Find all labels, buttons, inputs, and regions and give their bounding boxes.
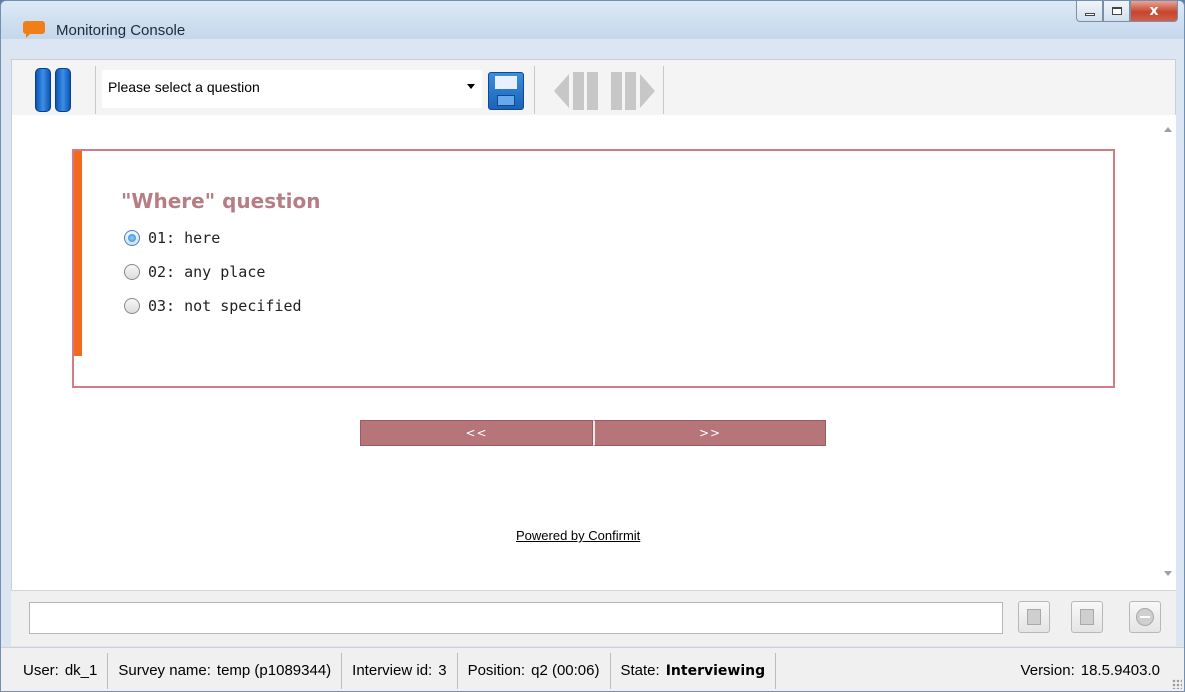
stop-button[interactable] (1129, 601, 1161, 633)
back-button[interactable]: << (360, 420, 593, 446)
command-input[interactable] (29, 602, 1003, 634)
toolbar-separator (534, 66, 535, 114)
status-survey-label: Survey name: (118, 662, 211, 679)
send-icon (1027, 609, 1041, 625)
next-icon[interactable] (609, 70, 657, 112)
status-state: State: Interviewing (611, 652, 777, 689)
toolbar-separator (95, 66, 96, 114)
status-survey: Survey name: temp (p1089344) (108, 652, 343, 689)
answer-option[interactable]: 02: any place (124, 261, 265, 283)
previous-icon[interactable] (552, 70, 600, 112)
status-version: Version: 18.5.9403.0 (1011, 653, 1184, 689)
status-position: Position: q2 (00:06) (458, 652, 611, 689)
status-version-label: Version: (1020, 662, 1075, 679)
answer-option[interactable]: 03: not specified (124, 295, 302, 317)
status-survey-value: temp (p1089344) (216, 662, 332, 679)
window-title: Monitoring Console (56, 22, 186, 39)
status-user-label: User: (23, 662, 59, 679)
status-interview-label: Interview id: (352, 662, 433, 679)
status-interview-value: 3 (438, 662, 447, 679)
scroll-down-icon[interactable] (1164, 571, 1172, 576)
answer-option-label: 03: not specified (148, 297, 302, 315)
status-state-label: State: (620, 662, 660, 679)
monitoring-console-window: Monitoring Console x Please select a que… (0, 0, 1185, 692)
pause-icon[interactable] (35, 68, 75, 112)
radio-button[interactable] (124, 264, 140, 280)
answer-option-label: 01: here (148, 229, 221, 247)
maximize-icon (1111, 7, 1122, 15)
question-accent-bar (74, 151, 82, 356)
page-navigation: << >> (360, 420, 826, 446)
status-state-value: Interviewing (665, 662, 766, 679)
app-icon (23, 21, 45, 38)
window-controls: x (1076, 1, 1178, 22)
title-bar[interactable]: Monitoring Console x (1, 1, 1184, 39)
stop-icon (1136, 608, 1154, 626)
minimize-button[interactable] (1076, 1, 1103, 22)
answer-option-label: 02: any place (148, 263, 266, 281)
question-select[interactable]: Please select a question (102, 70, 482, 108)
status-interview: Interview id: 3 (342, 652, 458, 689)
send-button[interactable] (1018, 601, 1050, 633)
question-select-value: Please select a question (108, 79, 260, 95)
radio-button[interactable] (124, 298, 140, 314)
status-bar: User: dk_1 Survey name: temp (p1089344) … (1, 647, 1184, 691)
pause-bar-right (55, 68, 71, 112)
save-icon[interactable] (488, 72, 524, 110)
pause-bar-left (35, 68, 51, 112)
close-button[interactable]: x (1130, 1, 1178, 22)
status-position-value: q2 (00:06) (531, 662, 600, 679)
minimize-icon (1084, 12, 1095, 16)
close-icon: x (1149, 3, 1159, 19)
answer-option[interactable]: 01: here (124, 227, 220, 249)
approve-button[interactable] (1071, 601, 1103, 633)
toolbar-separator (663, 66, 664, 114)
status-user: User: dk_1 (1, 652, 109, 689)
question-title: "Where" question (121, 189, 321, 213)
interview-content: "Where" question 01: here 02: any place … (11, 115, 1176, 590)
powered-by-link[interactable]: Powered by Confirmit (516, 528, 640, 543)
question-card: "Where" question 01: here 02: any place … (72, 149, 1115, 388)
status-version-value: 18.5.9403.0 (1080, 662, 1160, 679)
resize-grip-icon[interactable] (1172, 679, 1182, 689)
radio-button[interactable] (124, 230, 140, 246)
toolbar: Please select a question (11, 59, 1176, 115)
status-user-value: dk_1 (64, 662, 98, 679)
chevron-down-icon[interactable] (467, 84, 475, 89)
save-icon-slot (497, 95, 515, 106)
forward-button[interactable]: >> (593, 420, 826, 446)
command-bar (11, 590, 1176, 646)
scroll-up-icon[interactable] (1164, 127, 1172, 132)
approve-icon (1080, 609, 1094, 625)
save-icon-label-area (495, 76, 517, 89)
maximize-button[interactable] (1103, 1, 1130, 22)
status-position-label: Position: (467, 662, 526, 679)
